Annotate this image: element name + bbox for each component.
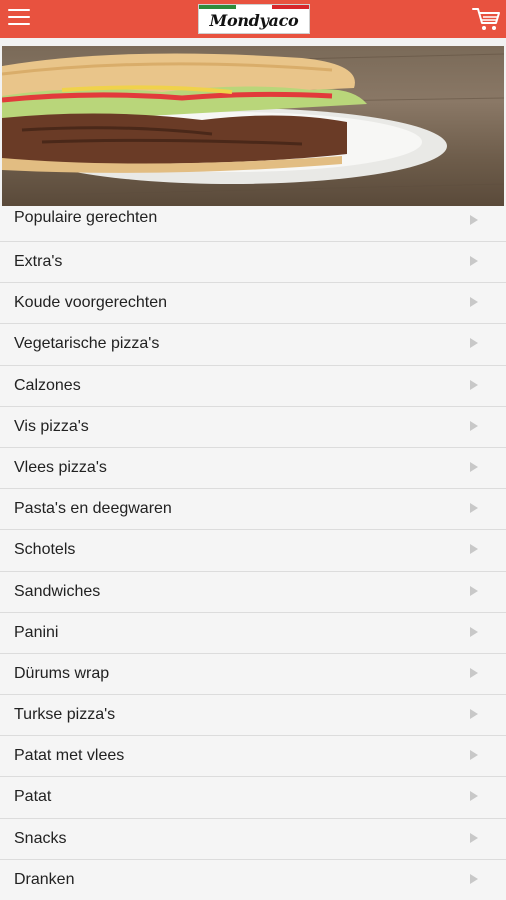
logo-flag-stripe [199,5,309,9]
category-item[interactable]: Snacks [0,818,506,860]
chevron-right-icon [470,420,478,431]
app-bar: Mondyaco [0,0,506,38]
category-item[interactable]: Vegetarische pizza's [0,324,506,366]
hero-food-image [2,46,504,206]
category-item[interactable]: Koude voorgerechten [0,283,506,325]
chevron-right-icon [470,709,478,720]
category-label: Populaire gerechten [14,209,158,226]
category-item[interactable]: Calzones [0,365,506,407]
chevron-right-icon [470,873,478,884]
category-list: Populaire gerechten Extra's Koude voorge… [0,206,506,900]
chevron-right-icon [470,667,478,678]
hamburger-menu-icon[interactable] [8,9,30,29]
chevron-right-icon [470,379,478,390]
category-item[interactable]: Panini [0,612,506,654]
category-item[interactable]: Vlees pizza's [0,447,506,490]
shopping-cart-icon[interactable] [471,6,501,32]
chevron-right-icon [470,750,478,761]
category-item[interactable]: Patat met vlees [0,736,506,778]
chevron-right-icon [470,297,478,308]
category-label: Patat met vlees [14,747,125,765]
category-label: Dürums wrap [14,664,110,682]
category-item[interactable]: Populaire gerechten [0,206,506,242]
category-item[interactable]: Pasta's en deegwaren [0,489,506,531]
category-label: Vis pizza's [14,417,89,435]
category-item[interactable]: Vis pizza's [0,406,506,448]
chevron-right-icon [470,832,478,843]
category-label: Patat [14,788,52,806]
category-item[interactable]: Dürums wrap [0,653,506,696]
category-label: Panini [14,623,59,641]
category-label: Snacks [14,829,67,847]
category-label: Schotels [14,541,76,559]
brand-logo[interactable]: Mondyaco [198,4,310,34]
logo-text: Mondyaco [209,11,299,30]
category-label: Extra's [14,253,63,270]
category-label: Turkse pizza's [14,706,116,724]
chevron-right-icon [470,626,478,637]
chevron-right-icon [470,503,478,514]
category-label: Calzones [14,376,81,394]
chevron-right-icon [470,338,478,349]
chevron-right-icon [470,585,478,596]
category-item[interactable]: Patat [0,777,506,819]
category-label: Vegetarische pizza's [14,335,160,353]
category-label: Vlees pizza's [14,458,107,476]
chevron-right-icon [470,791,478,802]
category-item[interactable]: Schotels [0,530,506,572]
chevron-right-icon [470,215,478,225]
category-item[interactable]: Dranken [0,859,506,900]
category-label: Dranken [14,870,75,888]
category-item[interactable]: Sandwiches [0,571,506,613]
category-item[interactable]: Turkse pizza's [0,695,506,737]
chevron-right-icon [470,256,478,266]
chevron-right-icon [470,544,478,555]
category-item[interactable]: Extra's [0,242,506,284]
chevron-right-icon [470,461,478,472]
category-label: Koude voorgerechten [14,294,167,312]
category-label: Sandwiches [14,582,101,600]
category-label: Pasta's en deegwaren [14,500,172,518]
